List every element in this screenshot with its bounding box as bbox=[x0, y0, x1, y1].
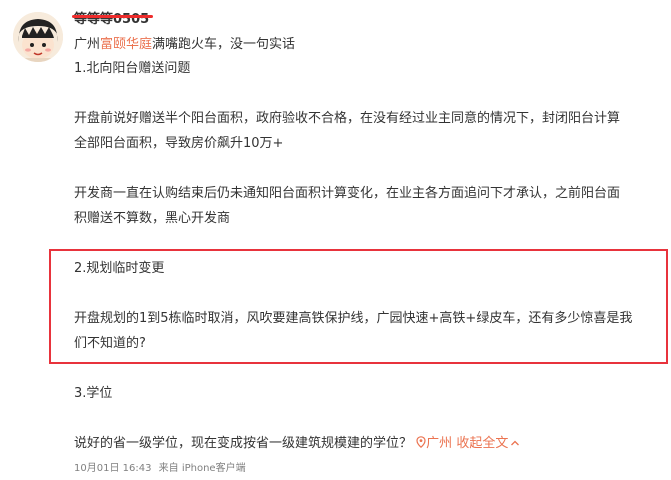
para3-line1: 开盘规划的1到5栋临时取消，风吹要建高铁保护线，广园快速+高铁+绿皮车，还有多少… bbox=[74, 311, 633, 326]
para3-line2: 们不知道的? bbox=[74, 336, 146, 351]
post-meta: 10月01日 16:43 来自 iPhone客户端 bbox=[74, 459, 250, 474]
avatar-illustration bbox=[13, 12, 63, 62]
post-headline: 广州富颐华庭满嘴跑火车，没一句实话 bbox=[74, 34, 295, 56]
location-text: 广州 bbox=[426, 436, 453, 451]
para2-line1: 开发商一直在认购结束后仍未通知阳台面积计算变化，在业主各方面追问下才承认，之前阳… bbox=[74, 186, 621, 201]
headline-prefix: 广州 bbox=[74, 37, 101, 52]
avatar[interactable] bbox=[13, 12, 63, 62]
collapse-label: 收起全文 bbox=[456, 436, 509, 451]
location-link[interactable]: 广州 bbox=[416, 436, 456, 451]
para1-line1: 开盘前说好赠送半个阳台面积，政府验收不合格，在没有经过业主同意的情况下，封闭阳台… bbox=[74, 111, 621, 126]
section2-title: 2.规划临时变更 bbox=[74, 261, 165, 276]
section3-title: 3.学位 bbox=[74, 386, 113, 401]
para1-line2: 全部阳台面积，导致房价飙升10万+ bbox=[74, 136, 284, 151]
username-redaction-strike bbox=[72, 15, 154, 18]
post-source: 来自 iPhone客户端 bbox=[158, 463, 246, 474]
weibo-post: 等等等0505 广州富颐华庭满嘴跑火车，没一句实话 1.北向阳台赠送问题 开盘前… bbox=[0, 0, 671, 480]
chevron-up-icon bbox=[511, 440, 520, 446]
username[interactable]: 等等等0505 bbox=[72, 8, 154, 27]
location-pin-icon bbox=[416, 436, 426, 449]
timestamp[interactable]: 10月01日 16:43 bbox=[74, 463, 151, 474]
para4-text: 说好的省一级学位，现在变成按省一级建筑规模建的学位？ bbox=[74, 436, 413, 451]
para2-line2: 积赠送不算数，黑心开发商 bbox=[74, 211, 231, 226]
section1-title: 1.北向阳台赠送问题 bbox=[74, 61, 191, 76]
headline-topic-link[interactable]: 富颐华庭 bbox=[100, 37, 152, 52]
collapse-full-text-button[interactable]: 收起全文 bbox=[456, 436, 520, 451]
para4-line: 说好的省一级学位，现在变成按省一级建筑规模建的学位？ 广州 收起全文 bbox=[74, 433, 520, 455]
headline-suffix: 满嘴跑火车，没一句实话 bbox=[152, 37, 296, 52]
